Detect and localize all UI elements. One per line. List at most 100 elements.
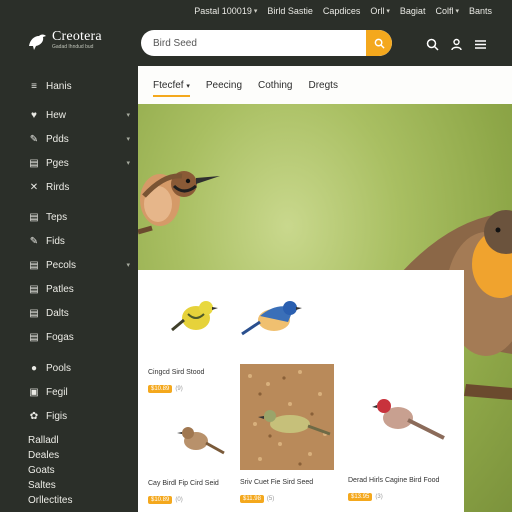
product-card[interactable]: Derad Hirls Cagine Bird Food $13.95 (3): [348, 388, 453, 503]
top-link-label: Orll: [370, 6, 385, 16]
tab-dregts[interactable]: Dregts: [308, 80, 337, 91]
sidebar-item-label: Rirds: [46, 181, 70, 193]
top-link-label: Pastal 100019: [194, 6, 252, 16]
tab-label: Ftecfef: [153, 79, 184, 91]
tab-ftecfef[interactable]: Ftecfef ▾: [153, 79, 190, 97]
sidebar-item-hanis[interactable]: ≡ Hanis: [28, 77, 134, 95]
top-link-3[interactable]: Capdices: [323, 6, 361, 16]
sidebar-item-pges[interactable]: ▤ Pges ▾: [28, 154, 134, 172]
top-link-1[interactable]: Pastal 100019 ▾: [194, 6, 257, 16]
sidebar-item-label: Pges: [46, 157, 69, 169]
sidebar-item-patles[interactable]: ▤ Patles: [28, 280, 134, 298]
logo-tagline: Gadad Ihndud bud: [52, 44, 94, 50]
rating-count: (9): [175, 386, 183, 392]
sidebar-item-fogas[interactable]: ▤ Fogas: [28, 328, 134, 346]
box-icon: ▤: [29, 283, 39, 295]
flower-icon: ✿: [29, 410, 39, 422]
box-icon: ▤: [29, 307, 39, 319]
sidebar-item-fegil[interactable]: ▣ Fegil: [28, 383, 134, 401]
sidebar-item-hew[interactable]: ♥ Hew ▾: [28, 106, 134, 124]
chevron-down-icon: ▾: [126, 262, 130, 269]
sidebar-footer-link[interactable]: Orllectites: [28, 495, 72, 506]
brown-bird-image: [177, 427, 225, 455]
price-badge: $10.89: [148, 496, 173, 504]
sidebar-footer-link[interactable]: Goats: [28, 465, 55, 476]
circle-icon: ●: [30, 362, 38, 374]
product-title: Sriv Cuet Fie Sird Seed: [240, 479, 314, 486]
product-title: Cingcd Sird Stood: [148, 369, 205, 376]
sidebar-item-label: Pdds: [46, 133, 69, 145]
top-link-6[interactable]: Colfl ▾: [435, 6, 459, 16]
product-title: Derad Hirls Cagine Bird Food: [348, 477, 440, 484]
top-link-2[interactable]: Birld Sastie: [267, 6, 313, 16]
chevron-down-icon: ▾: [455, 8, 459, 15]
sidebar-item-label: Teps: [46, 211, 68, 223]
sidebar-item-label: Pools: [46, 362, 72, 374]
search-input[interactable]: [153, 37, 363, 49]
category-tabs: Ftecfef ▾ Peecing Cothing Dregts: [138, 66, 512, 104]
bird-logo-icon: [29, 34, 46, 50]
box-icon: ▤: [29, 157, 39, 169]
top-link-4[interactable]: Orll ▾: [370, 6, 390, 16]
search-icon: [374, 38, 385, 49]
sidebar-item-label: Dalts: [46, 307, 69, 319]
top-link-label: Bagiat: [399, 6, 426, 16]
sidebar-item-pools[interactable]: ● Pools: [28, 359, 134, 377]
sparrow-illustration: [138, 171, 220, 235]
tab-label: Peecing: [205, 79, 243, 91]
red-headed-bird-image: [372, 399, 445, 440]
square-icon: ▣: [29, 386, 39, 398]
box-icon: ▤: [29, 211, 39, 223]
sidebar-item-rirds[interactable]: ✕ Rirds: [28, 178, 134, 196]
product-card[interactable]: Cingcd Sird Stood $10.89 (9): [148, 292, 243, 395]
sidebar-footer-link[interactable]: Deales: [28, 450, 59, 461]
sidebar-item-pecols[interactable]: ▤ Pecols ▾: [28, 256, 134, 274]
product-card[interactable]: Sriv Cuet Fie Sird Seed $11.98 (5): [240, 364, 335, 505]
logo[interactable]: Creotera Gadad Ihndud bud: [26, 30, 102, 52]
sidebar-item-pdds[interactable]: ✎ Pdds ▾: [28, 130, 134, 148]
sidebar-item-figis[interactable]: ✿ Figis: [28, 407, 134, 425]
sidebar-item-fids[interactable]: ✎ Fids: [28, 232, 134, 250]
close-icon: ✕: [29, 181, 39, 193]
sidebar-item-teps[interactable]: ▤ Teps: [28, 208, 134, 226]
top-link-5[interactable]: Bagiat: [400, 6, 426, 16]
header-icons: [425, 37, 487, 51]
product-card[interactable]: Cay Birdl Fip Cird Seid $10.89 (0): [148, 415, 243, 506]
sidebar-item-label: Patles: [46, 283, 74, 295]
tab-peecing[interactable]: Peecing: [206, 80, 242, 91]
chevron-down-icon: ▾: [386, 8, 390, 15]
rating-count: (5): [266, 496, 275, 502]
chevron-down-icon: ▾: [253, 8, 258, 15]
search-button[interactable]: [366, 30, 392, 56]
sidebar-footer-link[interactable]: Saltes: [28, 480, 56, 491]
tab-cothing[interactable]: Cothing: [258, 80, 292, 91]
tab-label: Dregts: [308, 79, 338, 91]
main-content: Ftecfef ▾ Peecing Cothing Dregts Cingcd …: [138, 66, 512, 512]
heart-icon: ♥: [31, 109, 37, 121]
pencil-icon: ✎: [29, 235, 39, 247]
chevron-down-icon: ▾: [126, 160, 130, 167]
box-icon: ▤: [29, 331, 39, 343]
price-badge: $13.95: [348, 493, 373, 501]
top-link-label: Birld Sastie: [267, 6, 313, 16]
rating-count: (0): [175, 497, 183, 503]
sidebar-footer-link[interactable]: Ralladl: [28, 435, 59, 446]
top-link-label: Colfl: [435, 6, 454, 16]
yellow-bird-image: [171, 301, 218, 332]
price-badge: $10.89: [148, 385, 173, 393]
sidebar-item-dalts[interactable]: ▤ Dalts: [28, 304, 134, 322]
header: Creotera Gadad Ihndud bud: [0, 22, 512, 66]
sidebar-item-label: Fogas: [46, 331, 74, 343]
top-link-label: Bants: [468, 6, 492, 16]
product-card[interactable]: [238, 292, 308, 347]
logo-name: Creotera: [52, 29, 102, 44]
menu-icon[interactable]: [473, 37, 487, 51]
user-icon[interactable]: [449, 37, 463, 51]
top-link-7[interactable]: Bants: [469, 6, 492, 16]
box-icon: ▤: [29, 259, 39, 271]
sidebar-item-label: Figis: [46, 410, 68, 422]
search-icon[interactable]: [425, 37, 439, 51]
search-bar: [141, 30, 392, 56]
chevron-down-icon: ▾: [126, 136, 130, 143]
chevron-down-icon: ▾: [186, 82, 190, 90]
